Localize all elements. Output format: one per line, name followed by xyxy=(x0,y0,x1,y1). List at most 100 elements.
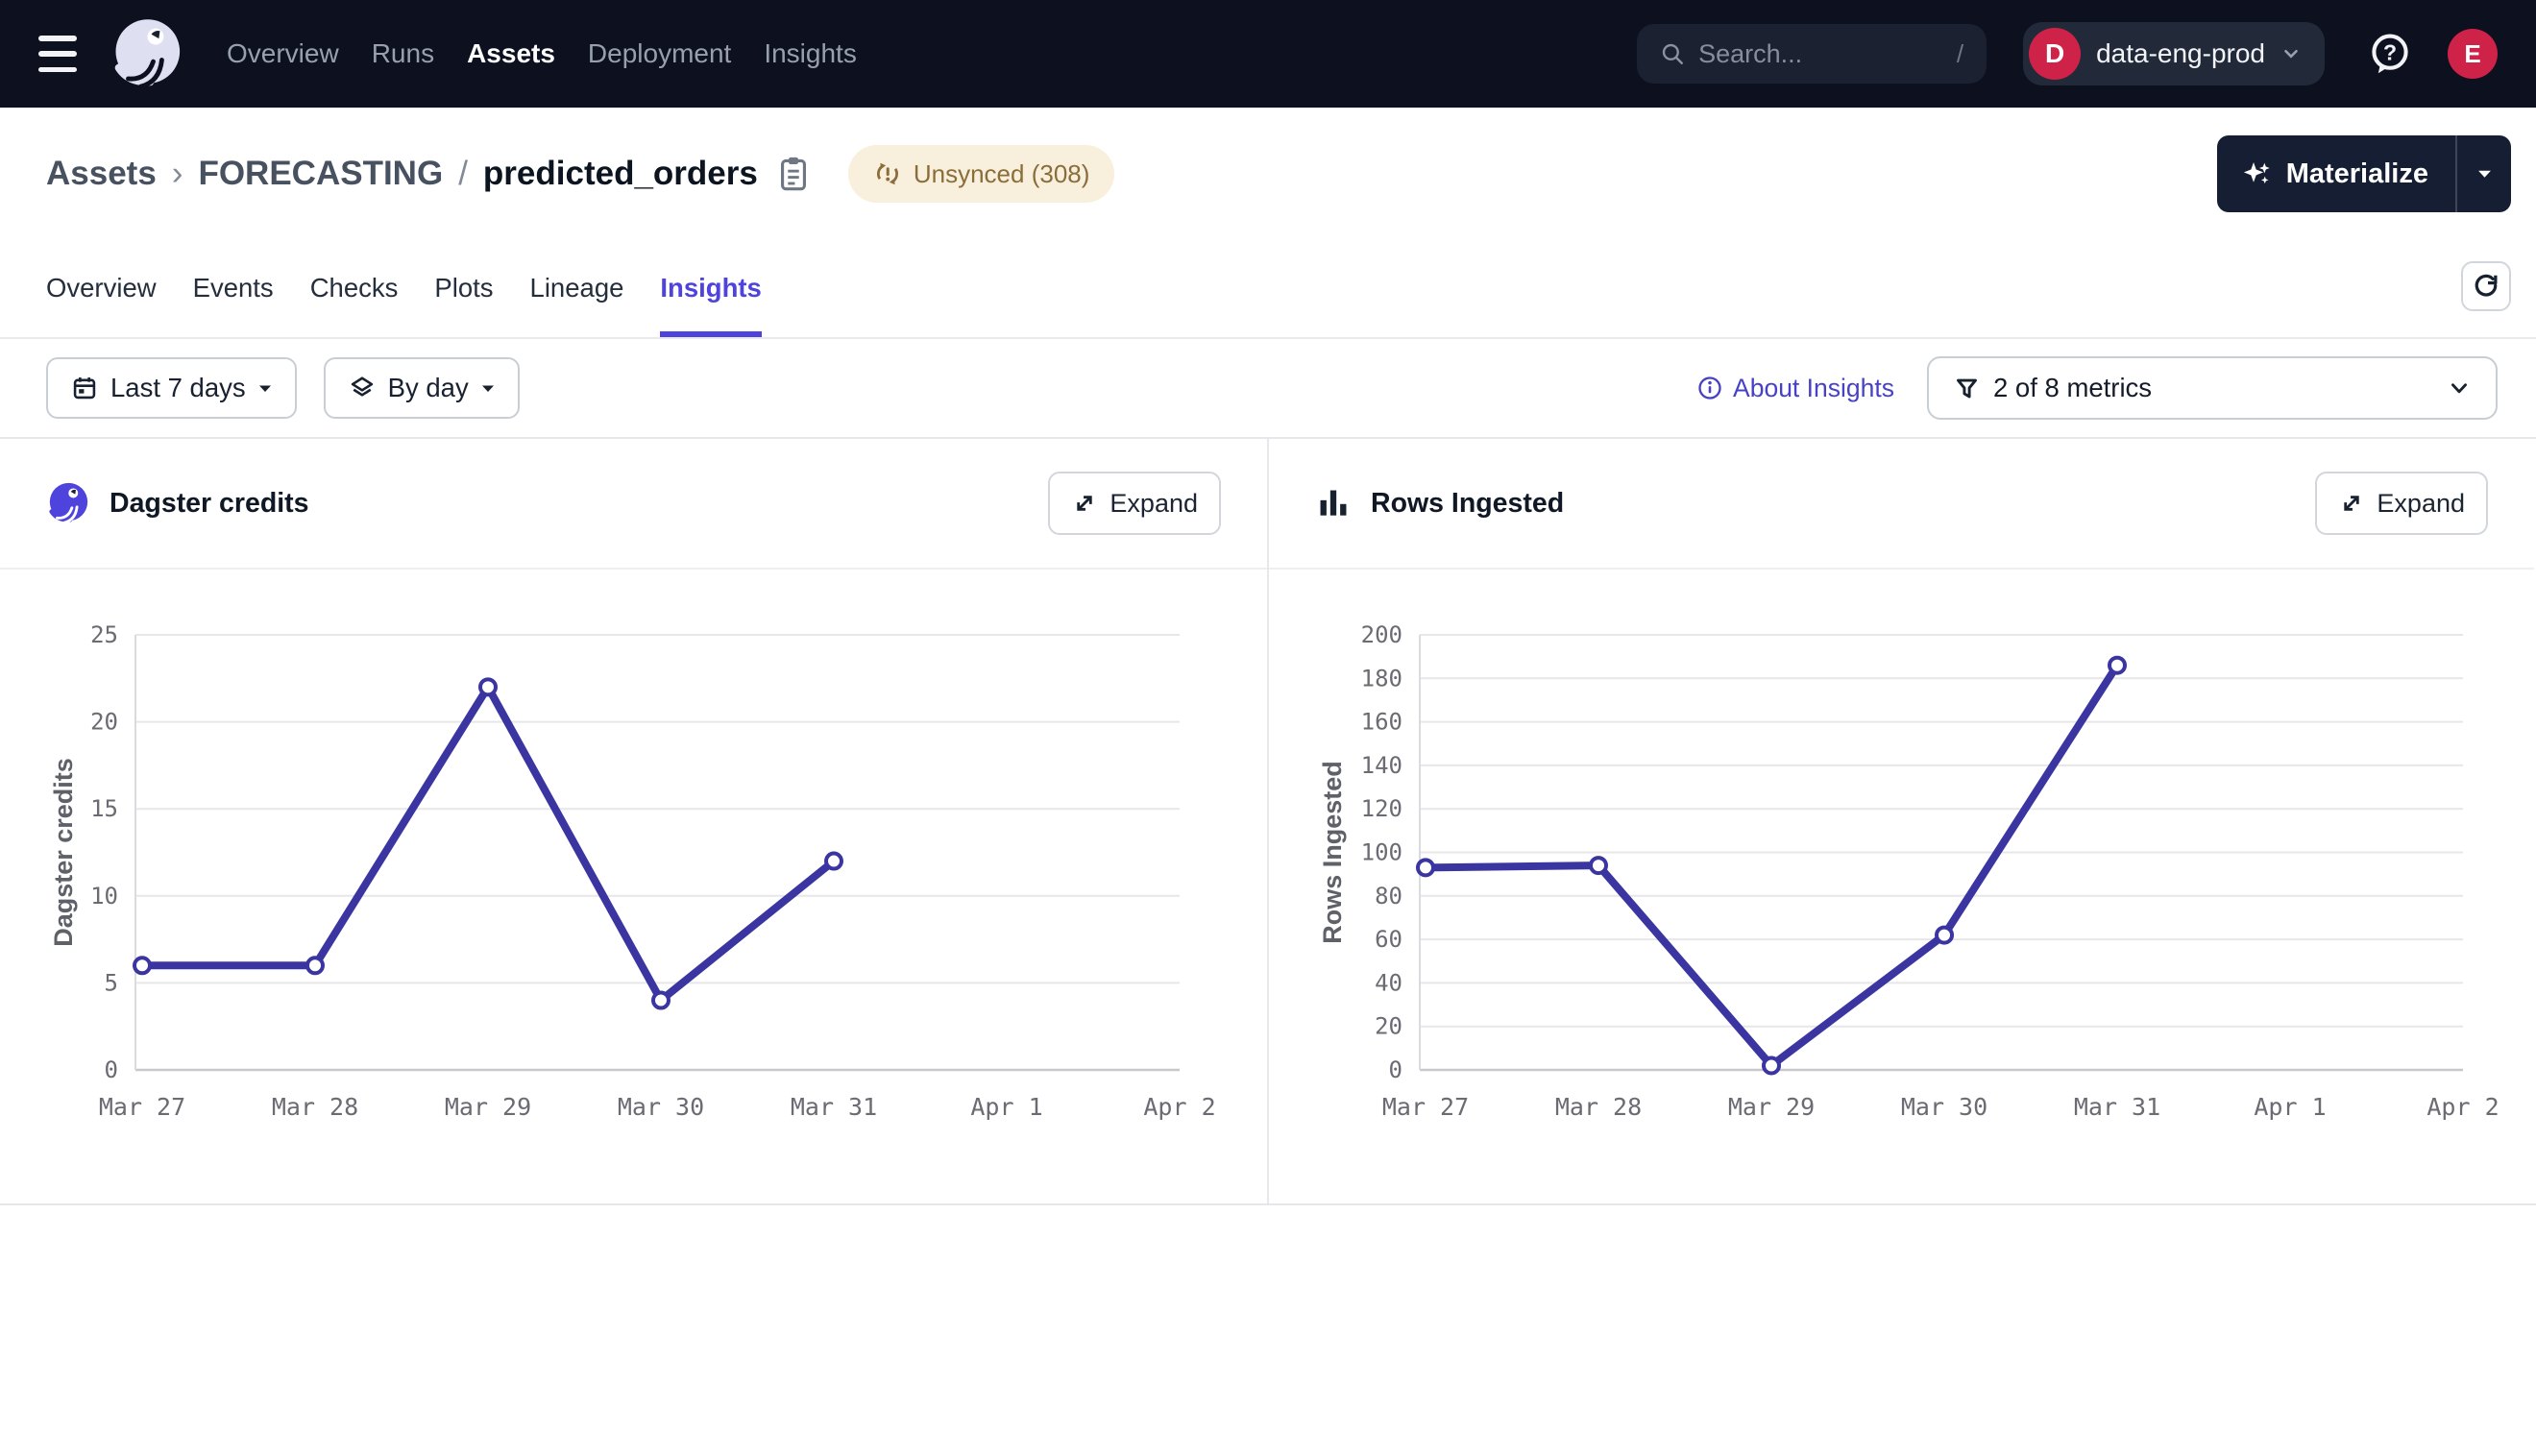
metrics-filter-select[interactable]: 2 of 8 metrics xyxy=(1927,356,2498,420)
dagster-logo-icon xyxy=(46,481,90,525)
svg-text:25: 25 xyxy=(90,621,118,648)
tab-overview[interactable]: Overview xyxy=(46,240,157,337)
granularity-dropdown[interactable]: By day xyxy=(324,357,520,419)
svg-text:Rows Ingested: Rows Ingested xyxy=(1318,761,1347,944)
svg-text:180: 180 xyxy=(1361,665,1402,692)
time-range-dropdown[interactable]: Last 7 days xyxy=(46,357,297,419)
filters-right-group: About Insights 2 of 8 metrics xyxy=(1696,356,2498,420)
search-icon xyxy=(1660,41,1685,66)
expand-icon xyxy=(1071,490,1098,517)
breadcrumb-chevron: › xyxy=(172,155,183,192)
status-badge[interactable]: Unsynced (308) xyxy=(848,145,1115,203)
nav-overview[interactable]: Overview xyxy=(227,38,339,69)
caret-down-icon xyxy=(481,384,495,393)
data-point xyxy=(1418,860,1433,875)
svg-text:Mar 29: Mar 29 xyxy=(1728,1093,1815,1121)
about-insights-link[interactable]: About Insights xyxy=(1696,374,1894,403)
svg-text:Mar 31: Mar 31 xyxy=(2074,1093,2160,1121)
expand-label: Expand xyxy=(1110,489,1198,519)
copy-clipboard-icon[interactable] xyxy=(775,155,812,193)
workspace-switcher[interactable]: D data-eng-prod xyxy=(2023,22,2325,85)
tab-checks[interactable]: Checks xyxy=(310,240,399,337)
chart-header: Dagster credits Expand xyxy=(0,439,1267,570)
svg-text:60: 60 xyxy=(1375,926,1402,953)
svg-text:200: 200 xyxy=(1361,621,1402,648)
time-range-label: Last 7 days xyxy=(110,373,246,403)
refresh-button[interactable] xyxy=(2461,261,2511,311)
search-input[interactable] xyxy=(1698,39,1943,69)
insights-charts-grid: Dagster credits Expand 0510152025Mar 27M… xyxy=(0,437,2536,1205)
nav-insights[interactable]: Insights xyxy=(764,38,857,69)
asset-page-header: Assets›FORECASTING/predicted_orders Unsy… xyxy=(0,108,2536,240)
svg-text:0: 0 xyxy=(1389,1056,1402,1083)
tab-events[interactable]: Events xyxy=(193,240,274,337)
expand-button[interactable]: Expand xyxy=(1048,472,1221,535)
chart-header: Rows Ingested Expand xyxy=(1269,439,2534,570)
primary-nav: Overview Runs Assets Deployment Insights xyxy=(227,38,857,69)
nav-runs[interactable]: Runs xyxy=(372,38,434,69)
breadcrumb-assets-link[interactable]: Assets xyxy=(46,155,157,192)
nav-deployment[interactable]: Deployment xyxy=(588,38,731,69)
top-navigation-bar: Overview Runs Assets Deployment Insights… xyxy=(0,0,2536,108)
svg-text:160: 160 xyxy=(1361,709,1402,736)
line-chart-svg: 0510152025Mar 27Mar 28Mar 29Mar 30Mar 31… xyxy=(0,570,1267,1203)
asset-tabs: Overview Events Checks Plots Lineage Ins… xyxy=(0,240,2536,339)
data-point xyxy=(653,993,669,1008)
bar-chart-icon xyxy=(1315,485,1352,522)
user-avatar[interactable]: E xyxy=(2448,29,2498,79)
data-point xyxy=(480,679,496,694)
breadcrumb: Assets›FORECASTING/predicted_orders xyxy=(46,155,758,193)
calendar-icon xyxy=(71,375,98,401)
svg-text:0: 0 xyxy=(105,1056,118,1083)
svg-text:Mar 30: Mar 30 xyxy=(618,1093,704,1121)
svg-text:Mar 30: Mar 30 xyxy=(1901,1093,1987,1121)
svg-text:Mar 31: Mar 31 xyxy=(791,1093,877,1121)
svg-text:Apr 2: Apr 2 xyxy=(1143,1093,1215,1121)
sparkles-icon xyxy=(2242,158,2273,189)
asset-name: predicted_orders xyxy=(483,155,758,192)
svg-text:Apr 1: Apr 1 xyxy=(2254,1093,2326,1121)
status-badge-label: Unsynced (308) xyxy=(914,159,1090,189)
tab-lineage[interactable]: Lineage xyxy=(530,240,624,337)
chevron-down-icon xyxy=(2280,43,2302,64)
svg-text:10: 10 xyxy=(90,883,118,910)
svg-text:120: 120 xyxy=(1361,795,1402,822)
tab-insights[interactable]: Insights xyxy=(660,240,761,337)
breadcrumb-group-link[interactable]: FORECASTING xyxy=(198,155,443,192)
dagster-logo-icon[interactable] xyxy=(110,16,184,91)
granularity-label: By day xyxy=(388,373,469,403)
svg-text:140: 140 xyxy=(1361,752,1402,779)
line-chart-dagster-credits: 0510152025Mar 27Mar 28Mar 29Mar 30Mar 31… xyxy=(0,570,1267,1203)
svg-text:Apr 1: Apr 1 xyxy=(970,1093,1042,1121)
tab-plots[interactable]: Plots xyxy=(434,240,493,337)
caret-down-icon xyxy=(2477,169,2492,179)
materialize-split-button: Materialize xyxy=(2217,135,2511,212)
svg-text:Mar 27: Mar 27 xyxy=(1382,1093,1469,1121)
data-point xyxy=(1937,928,1952,943)
svg-text:80: 80 xyxy=(1375,883,1402,910)
line-chart-svg: 020406080100120140160180200Mar 27Mar 28M… xyxy=(1269,570,2536,1203)
svg-text:Mar 28: Mar 28 xyxy=(272,1093,358,1121)
svg-text:20: 20 xyxy=(1375,1013,1402,1040)
materialize-label: Materialize xyxy=(2286,158,2428,190)
workspace-initial-badge: D xyxy=(2029,28,2081,80)
svg-text:40: 40 xyxy=(1375,969,1402,996)
svg-text:15: 15 xyxy=(90,795,118,822)
nav-assets[interactable]: Assets xyxy=(467,38,555,69)
expand-button[interactable]: Expand xyxy=(2315,472,2488,535)
data-point xyxy=(1591,858,1606,873)
data-point xyxy=(1764,1057,1779,1073)
metrics-filter-label: 2 of 8 metrics xyxy=(1993,373,2152,403)
search-box[interactable]: / xyxy=(1637,24,1987,84)
materialize-button[interactable]: Materialize xyxy=(2217,135,2455,212)
data-point xyxy=(826,854,841,869)
menu-icon[interactable] xyxy=(38,36,83,72)
data-point xyxy=(2109,658,2125,673)
filter-funnel-icon xyxy=(1954,376,1980,401)
svg-text:Mar 29: Mar 29 xyxy=(445,1093,531,1121)
svg-text:Dagster credits: Dagster credits xyxy=(49,758,78,947)
chevron-down-icon xyxy=(2448,376,2471,400)
materialize-caret-button[interactable] xyxy=(2457,135,2511,212)
help-icon[interactable]: ? xyxy=(2367,31,2413,77)
svg-text:100: 100 xyxy=(1361,839,1402,866)
